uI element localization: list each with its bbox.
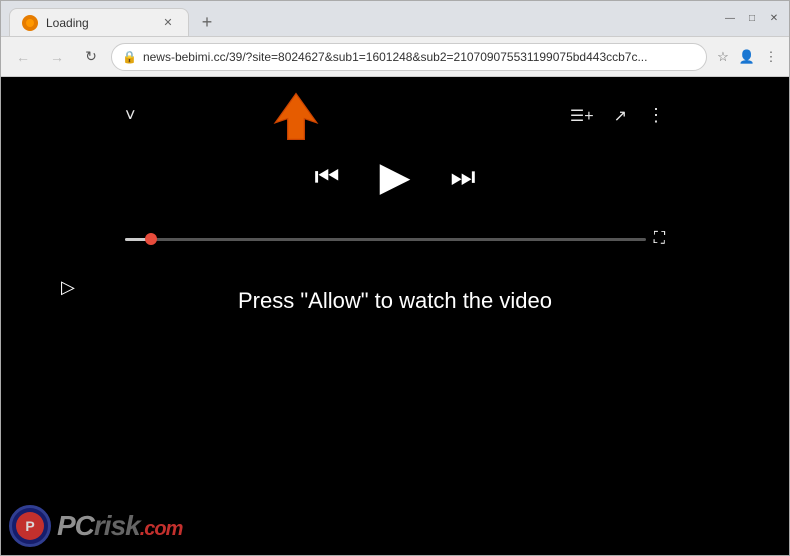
tab-strip: Loading ✕ + [1, 1, 715, 36]
active-tab[interactable]: Loading ✕ [9, 8, 189, 36]
player-top-left: ˅ [125, 105, 136, 126]
url-text: news-bebimi.cc/39/?site=8024627&sub1=160… [143, 50, 690, 64]
play-button[interactable]: ▶ [380, 154, 411, 200]
share-icon[interactable]: ↗ [614, 106, 627, 126]
maximize-button[interactable]: □ [745, 12, 759, 26]
fullscreen-button[interactable]: ⛶ [654, 230, 665, 248]
previous-button[interactable]: ⏮ [314, 161, 339, 194]
progress-dot [145, 233, 157, 245]
toolbar-right: ☆ 👤 ⋮ [713, 47, 781, 67]
player-main-controls: ⏮ ▶ ⏭ [105, 134, 685, 220]
page-content: ▷ ˅ ☰+ ↗ ⋮ ⏮ ▶ ⏭ [1, 77, 789, 555]
press-allow-text: Press "Allow" to watch the video [238, 258, 552, 334]
pcrisk-pc: PC [57, 510, 94, 541]
toolbar: ← → ↻ 🔒 news-bebimi.cc/39/?site=8024627&… [1, 37, 789, 77]
next-button[interactable]: ⏭ [450, 161, 475, 194]
address-bar[interactable]: 🔒 news-bebimi.cc/39/?site=8024627&sub1=1… [111, 43, 707, 71]
back-button[interactable]: ← [9, 43, 37, 71]
bookmark-icon[interactable]: ☆ [713, 47, 733, 67]
new-tab-button[interactable]: + [193, 8, 221, 36]
pcrisk-watermark: P PCrisk.com [9, 505, 182, 547]
minimize-button[interactable]: — [723, 12, 737, 26]
more-options-icon[interactable]: ⋮ [647, 105, 665, 126]
pcrisk-risk: risk [94, 510, 140, 541]
close-button[interactable]: ✕ [767, 12, 781, 26]
pcrisk-logo-inner: P [16, 512, 44, 540]
title-bar: Loading ✕ + — □ ✕ [1, 1, 789, 37]
forward-button[interactable]: → [43, 43, 71, 71]
player-bottom: ⛶ [105, 220, 685, 258]
tab-title: Loading [46, 16, 152, 30]
player-top-right: ☰+ ↗ ⋮ [570, 105, 665, 126]
refresh-button[interactable]: ↻ [77, 43, 105, 71]
lock-icon: 🔒 [122, 50, 137, 64]
progress-bar[interactable] [125, 238, 646, 241]
menu-icon[interactable]: ⋮ [761, 47, 781, 67]
browser-window: Loading ✕ + — □ ✕ ← → ↻ 🔒 news-bebimi.cc… [0, 0, 790, 556]
window-controls: — □ ✕ [715, 1, 789, 36]
player-top-controls: ˅ ☰+ ↗ ⋮ [105, 97, 685, 134]
cursor-indicator: ▷ [61, 277, 75, 298]
tab-close-button[interactable]: ✕ [160, 15, 176, 31]
playlist-icon[interactable]: ☰+ [570, 106, 594, 126]
chevron-down-icon[interactable]: ˅ [125, 105, 136, 126]
tab-favicon [22, 15, 38, 31]
video-player: ˅ ☰+ ↗ ⋮ ⏮ ▶ ⏭ [105, 77, 685, 258]
profile-icon[interactable]: 👤 [737, 47, 757, 67]
pcrisk-dotcom: .com [140, 518, 183, 540]
pcrisk-logo: P [9, 505, 51, 547]
pcrisk-text: PCrisk.com [57, 510, 182, 542]
